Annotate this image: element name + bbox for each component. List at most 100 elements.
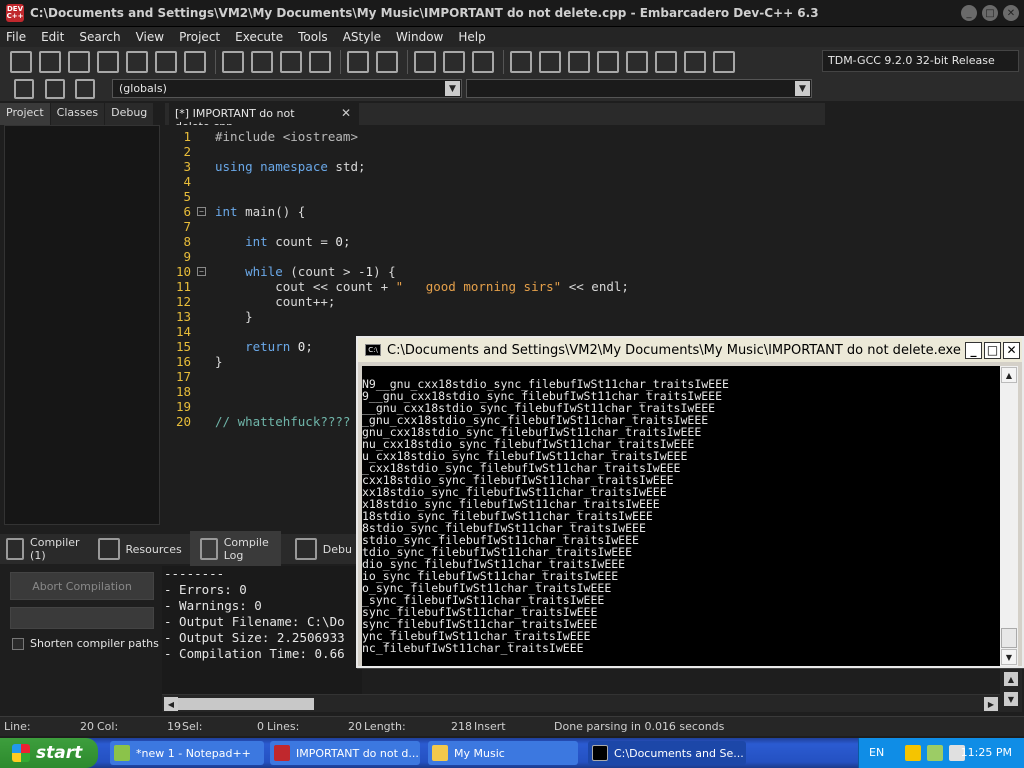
new-file-icon[interactable] [10,51,32,73]
console-output[interactable]: N9__gnu_cxx18stdio_sync_filebufIwSt11cha… [362,366,1000,666]
console-maximize-button[interactable]: □ [984,341,1001,359]
goto-bookmark-icon[interactable] [75,79,95,99]
console-close-button[interactable]: ✕ [1003,341,1020,359]
redo-icon[interactable] [376,51,398,73]
menu-edit[interactable]: Edit [41,30,64,44]
toggle-bookmark-icon[interactable] [309,51,331,73]
language-indicator[interactable]: EN [869,746,884,759]
close-tab-icon[interactable]: ✕ [341,106,351,120]
menu-astyle[interactable]: AStyle [343,30,381,44]
insert-icon[interactable] [14,79,34,99]
menu-execute[interactable]: Execute [235,30,283,44]
tab-compile-log[interactable]: Compile Log [189,531,281,567]
rebuild-all-icon[interactable] [597,51,619,73]
menu-project[interactable]: Project [179,30,220,44]
bookmark-icon[interactable] [45,79,65,99]
scroll-down-icon[interactable]: ▼ [1001,649,1017,665]
code-line[interactable]: 7 [165,219,1015,234]
tab-debug[interactable]: Debug [105,103,154,125]
code-line[interactable]: 3 using namespace std; [165,159,1015,174]
close-all-icon[interactable] [155,51,177,73]
code-line[interactable]: 2 [165,144,1015,159]
scope-select[interactable]: (globals) ▼ [112,79,462,98]
menu-search[interactable]: Search [79,30,120,44]
find-icon[interactable] [222,51,244,73]
stop-execution-icon[interactable] [655,51,677,73]
menu-window[interactable]: Window [396,30,443,44]
minimize-button[interactable]: _ [961,5,977,21]
chevron-down-icon[interactable]: ▼ [795,81,810,96]
chevron-down-icon[interactable]: ▼ [445,81,460,96]
code-line[interactable]: 10− while (count > -1) { [165,264,1015,279]
scroll-down-icon[interactable]: ▼ [1004,692,1018,706]
console-window[interactable]: C:\ C:\Documents and Settings\VM2\My Doc… [356,336,1024,668]
menu-view[interactable]: View [136,30,164,44]
maximize-button[interactable]: □ [982,5,998,21]
network-icon[interactable] [927,745,943,761]
start-button[interactable]: start [0,738,98,768]
code-line[interactable]: 11 cout << count + " good morning sirs" … [165,279,1015,294]
compile-log[interactable]: -------- - Errors: 0- Warnings: 0- Output… [162,566,362,694]
member-select[interactable]: ▼ [466,79,812,98]
horizontal-scrollbar[interactable]: ◀ ▶ [162,694,1000,712]
code-line[interactable]: 8 int count = 0; [165,234,1015,249]
profile-icon[interactable] [684,51,706,73]
compiler-select[interactable]: TDM-GCC 9.2.0 32-bit Release [822,50,1019,72]
vertical-scrollbar[interactable]: ▲ ▼ [1000,668,1022,712]
scroll-thumb[interactable] [178,698,314,710]
tab-classes[interactable]: Classes [50,103,105,125]
print-icon[interactable] [184,51,206,73]
console-title-bar[interactable]: C:\ C:\Documents and Settings\VM2\My Doc… [358,338,1022,362]
code-line[interactable]: 5 [165,189,1015,204]
abort-compilation-button[interactable]: Abort Compilation [10,572,154,600]
remove-from-project-icon[interactable] [443,51,465,73]
code-line[interactable]: 9 [165,249,1015,264]
compile-icon[interactable] [510,51,532,73]
task-devcpp[interactable]: IMPORTANT do not d... [270,741,420,765]
tab-compiler[interactable]: Compiler (1) [0,536,84,562]
devcpp-app-icon[interactable]: DEV C++ [6,4,24,22]
compile-run-icon[interactable] [568,51,590,73]
save-icon[interactable] [68,51,90,73]
code-line[interactable]: 12 count++; [165,294,1015,309]
console-scrollbar[interactable]: ▲ ▼ [1000,366,1018,666]
menu-help[interactable]: Help [458,30,485,44]
task-console[interactable]: C:\Documents and Se... [588,741,746,765]
editor-tab[interactable]: [*] IMPORTANT do not delete.cpp ✕ [169,103,359,133]
task-my-music[interactable]: My Music [428,741,578,765]
menu-tools[interactable]: Tools [298,30,328,44]
scroll-thumb[interactable] [1001,628,1017,648]
add-to-project-icon[interactable] [414,51,436,73]
code-line[interactable]: 13 } [165,309,1015,324]
code-line[interactable]: 1 #include <iostream> [165,129,1015,144]
tab-resources[interactable]: Resources [92,538,182,560]
scroll-left-icon[interactable]: ◀ [164,697,178,711]
project-options-icon[interactable] [472,51,494,73]
tab-debug-bottom[interactable]: Debu [289,538,352,560]
fold-toggle-icon[interactable]: − [197,207,206,216]
tab-project[interactable]: Project [0,103,50,125]
save-all-icon[interactable] [97,51,119,73]
fold-toggle-icon[interactable]: − [197,267,206,276]
goto-line-icon[interactable] [280,51,302,73]
shorten-paths-checkbox[interactable] [12,637,24,650]
security-shield-icon[interactable] [905,745,921,761]
console-minimize-button[interactable]: _ [965,341,982,359]
scroll-up-icon[interactable]: ▲ [1004,672,1018,686]
close-button[interactable]: ✕ [1003,5,1019,21]
run-icon[interactable] [539,51,561,73]
close-file-icon[interactable] [126,51,148,73]
code-line[interactable]: 6− int main() { [165,204,1015,219]
shorten-paths-option[interactable]: Shorten compiler paths [12,637,159,650]
code-line[interactable]: 4 [165,174,1015,189]
undo-icon[interactable] [347,51,369,73]
replace-icon[interactable] [251,51,273,73]
menu-file[interactable]: File [6,30,26,44]
scroll-up-icon[interactable]: ▲ [1001,367,1017,383]
open-folder-icon[interactable] [39,51,61,73]
delete-profile-icon[interactable] [713,51,735,73]
task-notepadpp[interactable]: *new 1 - Notepad++ [110,741,264,765]
project-browser[interactable] [4,125,160,525]
scroll-right-icon[interactable]: ▶ [984,697,998,711]
syntax-check-icon[interactable] [626,51,648,73]
